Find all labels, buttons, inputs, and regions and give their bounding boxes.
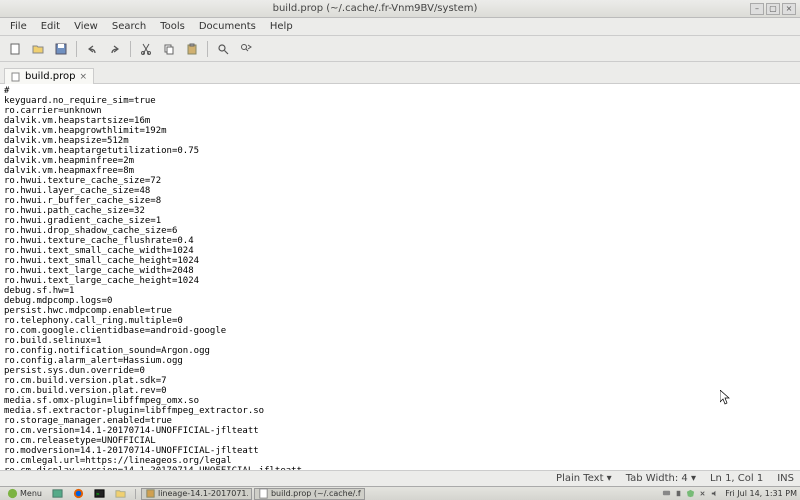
editor-icon xyxy=(258,488,269,499)
cut-button[interactable] xyxy=(135,39,157,59)
menu-edit[interactable]: Edit xyxy=(35,20,66,33)
minimize-button[interactable]: – xyxy=(750,3,764,15)
new-file-button[interactable] xyxy=(4,39,26,59)
text-editor[interactable]: # keyguard.no_require_sim=true ro.carrie… xyxy=(0,84,800,470)
statusbar: Plain Text ▾ Tab Width: 4 ▾ Ln 1, Col 1 … xyxy=(0,470,800,486)
save-button[interactable] xyxy=(50,39,72,59)
start-menu-label: Menu xyxy=(20,489,42,498)
files-launcher[interactable] xyxy=(111,488,130,500)
insert-mode[interactable]: INS xyxy=(777,473,794,484)
file-icon xyxy=(11,72,21,82)
start-menu-button[interactable]: Menu xyxy=(3,488,46,500)
tabwidth-selector[interactable]: Tab Width: 4 ▾ xyxy=(626,473,696,484)
cursor-position: Ln 1, Col 1 xyxy=(710,473,763,484)
tab-close-icon[interactable]: × xyxy=(79,72,87,82)
firefox-launcher[interactable] xyxy=(69,488,88,500)
search-replace-button[interactable] xyxy=(235,39,257,59)
separator-icon xyxy=(135,489,136,499)
copy-button[interactable] xyxy=(158,39,180,59)
menubar: File Edit View Search Tools Documents He… xyxy=(0,18,800,36)
shield-icon[interactable] xyxy=(686,489,695,498)
tab-label: build.prop xyxy=(25,71,75,82)
mint-logo-icon xyxy=(7,488,18,499)
syntax-selector[interactable]: Plain Text ▾ xyxy=(556,473,612,484)
terminal-launcher[interactable]: > xyxy=(90,488,109,500)
menu-view[interactable]: View xyxy=(68,20,104,33)
window-titlebar: build.prop (~/.cache/.fr-Vnm9BV/system) … xyxy=(0,0,800,18)
clock[interactable]: Fri Jul 14, 1:31 PM xyxy=(725,489,797,498)
task-label: build.prop (~/.cache/.f… xyxy=(271,489,361,498)
tab-build-prop[interactable]: build.prop × xyxy=(4,68,94,84)
open-file-button[interactable] xyxy=(27,39,49,59)
taskbar-task[interactable]: build.prop (~/.cache/.f… xyxy=(254,488,365,500)
network-icon[interactable] xyxy=(698,489,707,498)
close-button[interactable]: × xyxy=(782,3,796,15)
chat-icon[interactable] xyxy=(662,489,671,498)
task-label: lineage-14.1-2017071… xyxy=(158,489,248,498)
menu-search[interactable]: Search xyxy=(106,20,152,33)
menu-help[interactable]: Help xyxy=(264,20,299,33)
menu-documents[interactable]: Documents xyxy=(193,20,262,33)
undo-button[interactable] xyxy=(81,39,103,59)
maximize-button[interactable]: ▢ xyxy=(766,3,780,15)
taskbar-task[interactable]: lineage-14.1-2017071… xyxy=(141,488,252,500)
toolbar xyxy=(0,36,800,62)
svg-text:>: > xyxy=(96,491,100,497)
menu-file[interactable]: File xyxy=(4,20,33,33)
menu-tools[interactable]: Tools xyxy=(154,20,191,33)
volume-icon[interactable] xyxy=(710,489,719,498)
separator-icon xyxy=(130,41,131,57)
archive-icon xyxy=(145,488,156,499)
separator-icon xyxy=(207,41,208,57)
redo-button[interactable] xyxy=(104,39,126,59)
taskbar: Menu > lineage-14.1-2017071… build.prop … xyxy=(0,486,800,500)
tabbar: build.prop × xyxy=(0,62,800,84)
separator-icon xyxy=(76,41,77,57)
show-desktop-button[interactable] xyxy=(48,488,67,500)
paste-button[interactable] xyxy=(181,39,203,59)
search-button[interactable] xyxy=(212,39,234,59)
plug-icon[interactable] xyxy=(674,489,683,498)
window-title: build.prop (~/.cache/.fr-Vnm9BV/system) xyxy=(0,3,750,14)
